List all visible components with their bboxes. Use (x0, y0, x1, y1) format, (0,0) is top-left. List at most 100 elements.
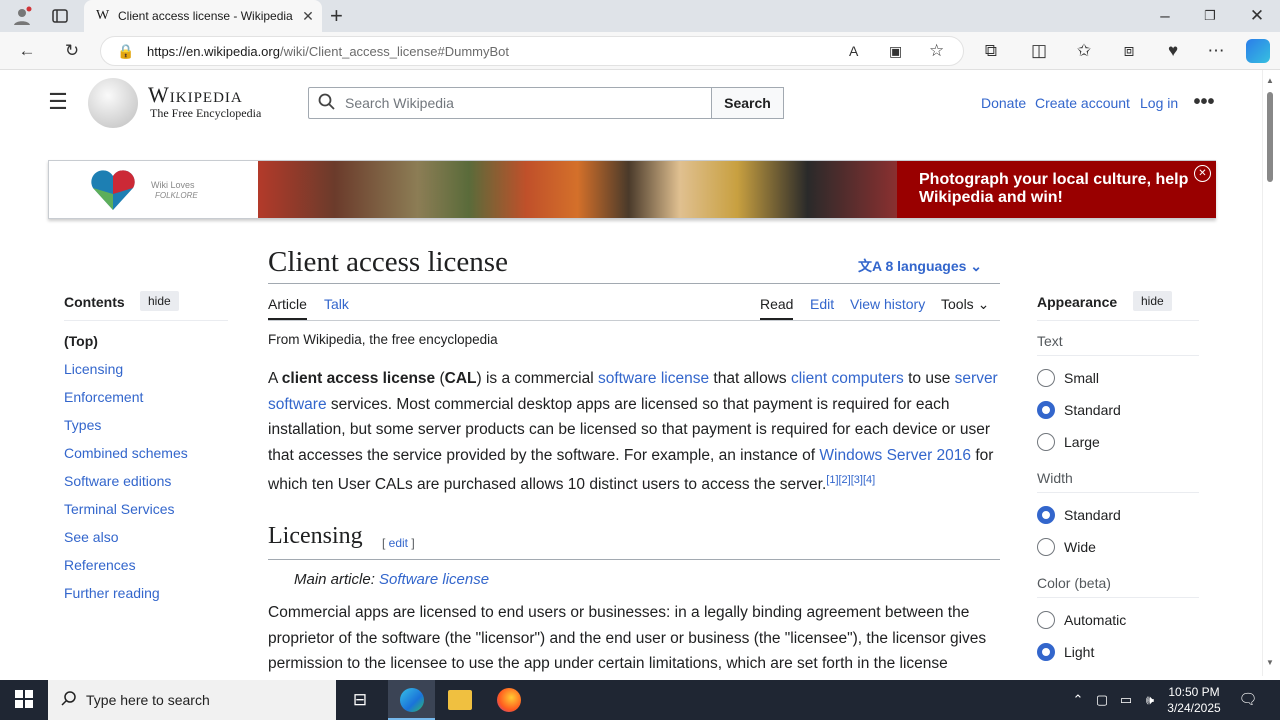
search-input[interactable]: Search Wikipedia (308, 87, 712, 119)
tab-talk[interactable]: Talk (324, 296, 349, 312)
copilot-icon[interactable] (1246, 39, 1270, 63)
tab-edit[interactable]: Edit (810, 296, 834, 312)
firefox-icon[interactable] (497, 688, 521, 712)
file-explorer-icon[interactable] (448, 690, 472, 710)
toc-item-licensing[interactable]: Licensing (64, 361, 123, 377)
bold-term: client access license (281, 370, 436, 387)
collections-icon[interactable]: ⧈ (1119, 41, 1139, 61)
toc-item-see-also[interactable]: See also (64, 529, 118, 545)
logo-title[interactable]: Wikipedia (148, 82, 243, 108)
login-link[interactable]: Log in (1140, 95, 1178, 111)
profile-icon[interactable] (12, 6, 32, 26)
client-computers-link[interactable]: client computers (791, 370, 904, 387)
radio-label-large[interactable]: Large (1064, 434, 1100, 450)
notifications-icon[interactable]: 🗨 (1238, 690, 1258, 710)
page-scrollbar[interactable]: ▲ ▼ (1262, 70, 1276, 676)
language-count: 8 languages (885, 258, 967, 274)
windows-server-2016-link[interactable]: Windows Server 2016 (819, 447, 971, 464)
scroll-up-icon[interactable]: ▲ (1266, 76, 1274, 85)
radio-text-large[interactable] (1037, 433, 1055, 451)
banner-close-icon[interactable]: ✕ (1194, 165, 1211, 182)
url-field[interactable]: 🔒 https://en.wikipedia.org/wiki/Client_a… (100, 36, 964, 66)
chevron-up-icon[interactable]: ⌃ (1070, 690, 1086, 710)
radio-text-standard[interactable] (1037, 401, 1055, 419)
user-menu-icon[interactable]: ••• (1192, 92, 1216, 112)
text-size-label: Text (1037, 333, 1063, 349)
section-divider (268, 559, 1000, 560)
page-viewport: ☰ Wikipedia The Free Encyclopedia Search… (4, 70, 1262, 676)
toc-item-top[interactable]: (Top) (64, 333, 98, 349)
windows-start-icon[interactable] (14, 690, 34, 710)
radio-label-small[interactable]: Small (1064, 370, 1099, 386)
language-button[interactable]: 文A 8 languages ⌄ (858, 256, 982, 276)
split-screen-icon[interactable]: ◫ (1029, 41, 1049, 61)
taskbar-clock[interactable]: 10:50 PM 3/24/2025 (1164, 684, 1224, 716)
toc-item-combined-schemes[interactable]: Combined schemes (64, 445, 188, 461)
appearance-hide-button[interactable]: hide (1133, 291, 1172, 311)
volume-icon[interactable]: 🕪 (1141, 690, 1159, 710)
taskbar-edge-button[interactable] (388, 680, 435, 720)
tab-actions-icon[interactable] (50, 6, 70, 26)
radio-width-wide[interactable] (1037, 538, 1055, 556)
toc-hide-button[interactable]: hide (140, 291, 179, 311)
radio-label-width-standard[interactable]: Standard (1064, 507, 1121, 523)
toc-item-software-editions[interactable]: Software editions (64, 473, 171, 489)
create-account-link[interactable]: Create account (1035, 95, 1130, 111)
close-window-icon[interactable]: ✕ (1247, 6, 1267, 26)
scrollbar-thumb[interactable] (1267, 92, 1273, 182)
radio-label-automatic[interactable]: Automatic (1064, 612, 1126, 628)
toc-item-further-reading[interactable]: Further reading (64, 585, 160, 601)
taskbar-search-box[interactable]: Type here to search (48, 680, 336, 720)
tabs-divider (268, 320, 1000, 321)
search-button[interactable]: Search (711, 87, 784, 119)
browser-tab[interactable]: W Client access license - Wikipedia ✕ (84, 0, 322, 32)
tools-menu[interactable]: Tools ⌄ (941, 296, 989, 313)
from-wikipedia-note: From Wikipedia, the free encyclopedia (268, 332, 498, 347)
software-license-link[interactable]: software license (598, 370, 709, 387)
section-edit-link[interactable]: [ edit ] (382, 536, 415, 550)
citation-refs[interactable]: [1][2][3][4] (826, 474, 875, 486)
radio-color-light[interactable] (1037, 643, 1055, 661)
new-tab-icon[interactable]: + (330, 5, 343, 27)
close-tab-icon[interactable]: ✕ (294, 8, 322, 25)
toc-title: Contents (64, 294, 125, 310)
tab-article[interactable]: Article (268, 296, 307, 320)
search-placeholder: Search Wikipedia (345, 95, 454, 111)
radio-label-standard[interactable]: Standard (1064, 402, 1121, 418)
main-article-link[interactable]: Software license (379, 571, 489, 588)
tab-read[interactable]: Read (760, 296, 794, 320)
performance-icon[interactable]: ♥ (1163, 41, 1183, 61)
minimize-icon[interactable]: – (1155, 6, 1175, 26)
wikipedia-favicon: W (96, 8, 110, 23)
radio-label-light[interactable]: Light (1064, 644, 1094, 660)
edge-icon (400, 688, 424, 712)
read-aloud-icon[interactable]: A (849, 41, 858, 61)
edit-link-text[interactable]: edit (389, 536, 408, 550)
tab-view-history[interactable]: View history (850, 296, 925, 312)
favorite-star-icon[interactable]: ☆ (929, 41, 944, 61)
restore-icon[interactable]: ❐ (1200, 6, 1220, 26)
toc-item-terminal-services[interactable]: Terminal Services (64, 501, 174, 517)
toc-item-enforcement[interactable]: Enforcement (64, 389, 143, 405)
wikipedia-globe-logo[interactable] (88, 78, 138, 128)
radio-width-standard[interactable] (1037, 506, 1055, 524)
toc-item-references[interactable]: References (64, 557, 136, 573)
refresh-icon[interactable]: ↻ (62, 41, 82, 61)
scroll-down-icon[interactable]: ▼ (1266, 658, 1274, 667)
more-menu-icon[interactable]: ⋯ (1206, 41, 1226, 61)
campaign-banner[interactable]: Wiki Loves FOLKLORE Photograph your loca… (48, 160, 1216, 219)
donate-link[interactable]: Donate (981, 95, 1026, 111)
back-icon[interactable]: ← (17, 41, 37, 61)
task-view-icon[interactable]: ⊟ (350, 690, 370, 710)
network-icon[interactable]: ▭ (1117, 690, 1135, 710)
favorites-icon[interactable]: ✩ (1074, 41, 1094, 61)
immersive-reader-icon[interactable]: ▣ (889, 41, 902, 61)
toc-item-types[interactable]: Types (64, 417, 101, 433)
page-title: Client access license (268, 246, 508, 278)
radio-text-small[interactable] (1037, 369, 1055, 387)
radio-label-wide[interactable]: Wide (1064, 539, 1096, 555)
device-icon[interactable]: ▢ (1094, 690, 1110, 710)
extensions-icon[interactable]: ⧉ (981, 41, 1001, 61)
main-menu-icon[interactable]: ☰ (48, 91, 68, 113)
radio-color-automatic[interactable] (1037, 611, 1055, 629)
